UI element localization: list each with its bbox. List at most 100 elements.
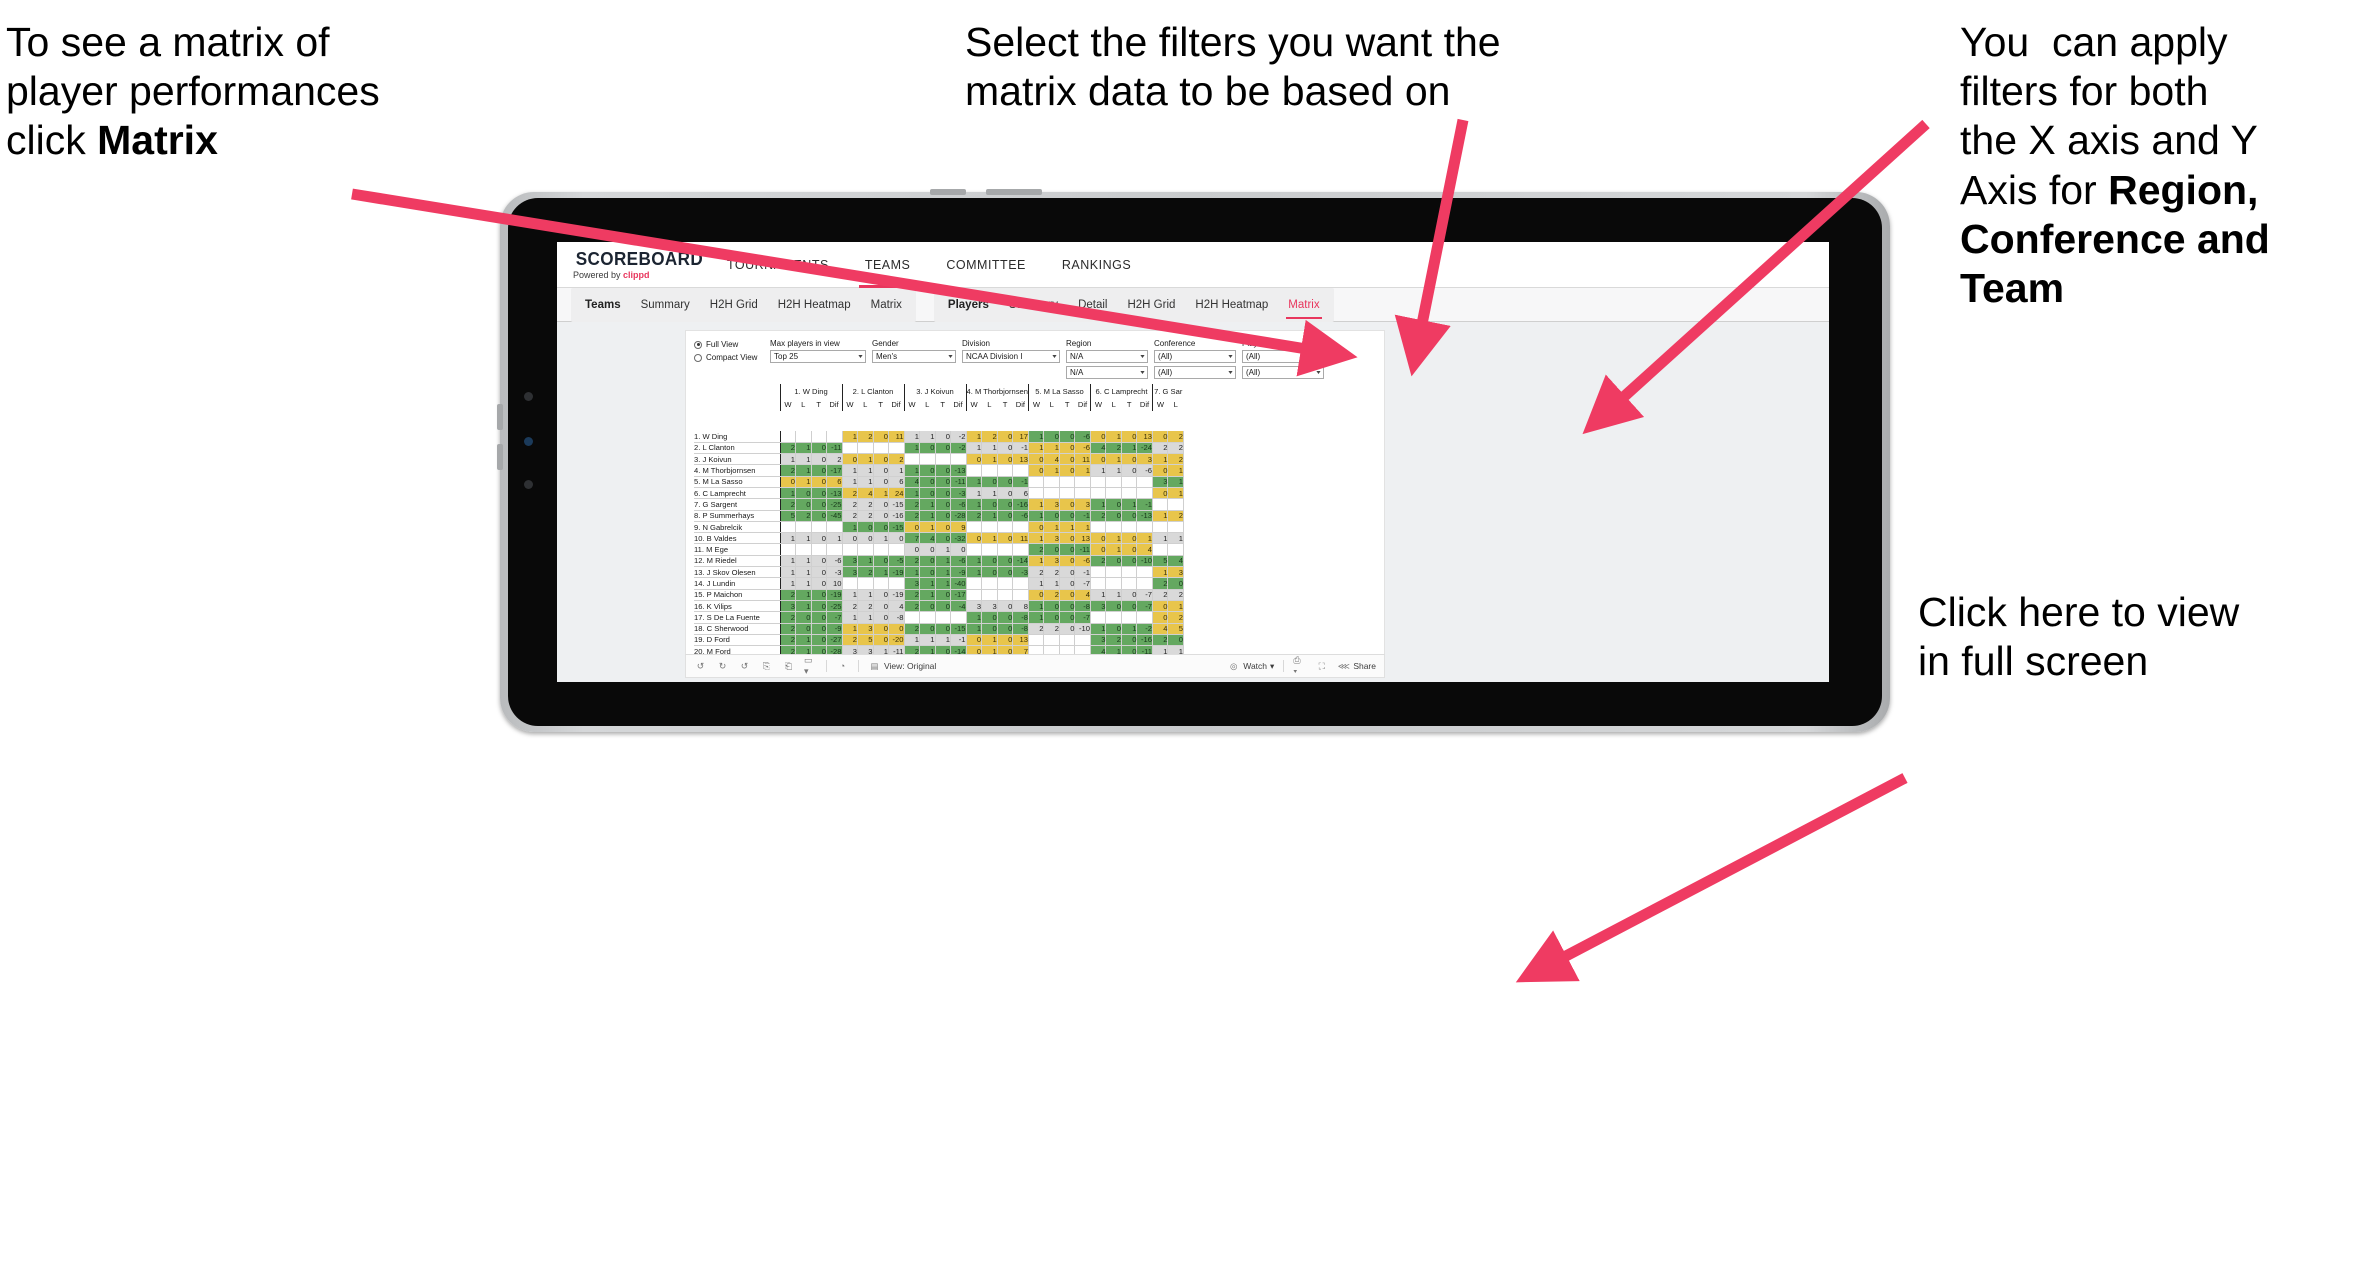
matrix-cell[interactable]: 1 xyxy=(1152,532,1169,545)
matrix-cell[interactable]: -11 xyxy=(1074,543,1091,556)
matrix-cell[interactable] xyxy=(826,543,843,556)
matrix-cell[interactable] xyxy=(857,577,874,590)
matrix-cell[interactable] xyxy=(1090,566,1107,579)
matrix-cell[interactable]: 0 xyxy=(1121,555,1138,568)
tab-players-summary[interactable]: Summary xyxy=(999,288,1068,322)
matrix-cell[interactable]: 0 xyxy=(1105,498,1122,511)
matrix-cell[interactable]: 3 xyxy=(1043,555,1060,568)
matrix-cell[interactable]: 0 xyxy=(888,623,905,635)
matrix-cell[interactable]: 0 xyxy=(873,498,889,511)
matrix-cell[interactable] xyxy=(1012,543,1029,556)
matrix-cell[interactable] xyxy=(1121,476,1138,488)
matrix-cell[interactable]: -11 xyxy=(826,442,843,455)
matrix-cell[interactable]: 1 xyxy=(795,577,812,590)
matrix-cell[interactable]: 0 xyxy=(919,566,936,579)
matrix-cell[interactable] xyxy=(826,431,843,443)
matrix-cell[interactable]: 1 xyxy=(888,464,905,477)
matrix-cell[interactable] xyxy=(965,577,983,590)
matrix-cell[interactable] xyxy=(795,521,812,534)
tab-teams-h2h-grid[interactable]: H2H Grid xyxy=(700,288,768,322)
matrix-cell[interactable]: 1 xyxy=(1121,623,1138,635)
matrix-cell[interactable]: 0 xyxy=(1090,431,1107,443)
matrix-cell[interactable]: 1 xyxy=(1105,589,1122,601)
undo-history-icon[interactable]: ◔ xyxy=(836,660,849,673)
matrix-cell[interactable]: 1 xyxy=(857,555,874,568)
matrix-cell[interactable]: 1 xyxy=(841,623,858,635)
matrix-cell[interactable]: 3 xyxy=(965,600,983,613)
matrix-cell[interactable]: 8 xyxy=(1012,600,1029,613)
matrix-cell[interactable]: 0 xyxy=(965,634,983,647)
matrix-cell[interactable]: 10 xyxy=(826,577,843,590)
matrix-cell[interactable]: -13 xyxy=(950,464,967,477)
matrix-cell[interactable]: 2 xyxy=(1043,566,1060,579)
matrix-cell[interactable]: 1 xyxy=(1043,521,1060,534)
matrix-cell[interactable]: 0 xyxy=(811,487,827,500)
matrix-cell[interactable]: 1 xyxy=(841,589,858,601)
matrix-cell[interactable] xyxy=(811,543,827,556)
matrix-cell[interactable]: 13 xyxy=(1074,532,1091,545)
matrix-cell[interactable]: -8 xyxy=(888,611,905,624)
matrix-cell[interactable] xyxy=(1059,476,1076,488)
matrix-cell[interactable] xyxy=(1121,566,1138,579)
matrix-cell[interactable]: 0 xyxy=(950,543,967,556)
matrix-cell[interactable]: 0 xyxy=(935,510,951,522)
matrix-cell[interactable]: 2 xyxy=(779,623,796,635)
matrix-cell[interactable] xyxy=(857,543,874,556)
matrix-cell[interactable]: 1 xyxy=(981,487,998,500)
matrix-cell[interactable]: 1 xyxy=(873,532,889,545)
matrix-cell[interactable]: 3 xyxy=(1074,498,1091,511)
matrix-cell[interactable] xyxy=(1012,589,1029,601)
matrix-cell[interactable]: -16 xyxy=(888,510,905,522)
matrix-cell[interactable] xyxy=(811,431,827,443)
matrix-cell[interactable]: 2 xyxy=(826,453,843,466)
matrix-table-wrapper[interactable]: 1. W Ding 2. L Clanton 3. J Koivun 4. M Tho… xyxy=(686,384,1384,658)
matrix-cell[interactable]: -25 xyxy=(826,498,843,511)
matrix-cell[interactable] xyxy=(873,577,889,590)
matrix-cell[interactable]: 2 xyxy=(857,498,874,511)
matrix-cell[interactable]: 2 xyxy=(841,487,858,500)
matrix-cell[interactable]: 1 xyxy=(1105,464,1122,477)
matrix-cell[interactable]: 0 xyxy=(857,532,874,545)
nav-tournaments[interactable]: TOURNAMENTS xyxy=(709,242,847,288)
matrix-cell[interactable]: 2 xyxy=(841,498,858,511)
matrix-cell[interactable] xyxy=(981,589,998,601)
matrix-cell[interactable]: 0 xyxy=(935,521,951,534)
matrix-cell[interactable]: 1 xyxy=(1105,543,1122,556)
matrix-row[interactable]: 18. C Sherwood 2 0 0 -9 1 3 0 0 2 0 0 -15 1 0 0 -8 2 2 0 -10… xyxy=(694,623,1184,635)
matrix-cell[interactable]: 0 xyxy=(1121,532,1138,545)
matrix-cell[interactable]: 4 xyxy=(1167,555,1184,568)
filter-conference-select-y[interactable]: (All) ▾ xyxy=(1154,366,1236,379)
nav-rankings[interactable]: RANKINGS xyxy=(1044,242,1149,288)
matrix-cell[interactable]: 0 xyxy=(1105,555,1122,568)
matrix-cell[interactable]: 1 xyxy=(1167,464,1184,477)
matrix-cell[interactable]: 1 xyxy=(1028,431,1045,443)
matrix-cell[interactable]: 0 xyxy=(1059,464,1076,477)
matrix-cell[interactable]: 2 xyxy=(903,600,920,613)
matrix-cell[interactable]: 0 xyxy=(1059,555,1076,568)
matrix-cell[interactable]: 1 xyxy=(1028,600,1045,613)
filter-gender-select[interactable]: Men's ▾ xyxy=(872,350,956,363)
matrix-cell[interactable]: 1 xyxy=(1028,555,1045,568)
matrix-cell[interactable]: 0 xyxy=(997,510,1014,522)
matrix-cell[interactable]: 1 xyxy=(857,476,874,488)
redo-icon[interactable]: ↻ xyxy=(716,660,729,673)
matrix-cell[interactable] xyxy=(1043,634,1060,647)
matrix-cell[interactable]: 2 xyxy=(1090,510,1107,522)
matrix-cell[interactable] xyxy=(888,442,905,455)
matrix-cell[interactable]: 1 xyxy=(965,442,983,455)
matrix-cell[interactable]: 2 xyxy=(779,634,796,647)
matrix-cell[interactable]: 1 xyxy=(919,431,936,443)
matrix-cell[interactable] xyxy=(1136,476,1153,488)
matrix-cell[interactable]: 1 xyxy=(1028,498,1045,511)
matrix-cell[interactable]: -17 xyxy=(950,589,967,601)
tab-teams-summary[interactable]: Summary xyxy=(631,288,700,322)
tab-players-h2h-grid[interactable]: H2H Grid xyxy=(1117,288,1185,322)
matrix-cell[interactable]: 0 xyxy=(919,442,936,455)
matrix-cell[interactable]: 0 xyxy=(997,623,1014,635)
matrix-cell[interactable]: 0 xyxy=(873,476,889,488)
matrix-cell[interactable]: 5 xyxy=(857,634,874,647)
matrix-cell[interactable]: -20 xyxy=(888,634,905,647)
matrix-cell[interactable]: 2 xyxy=(1167,510,1184,522)
matrix-cell[interactable]: -1 xyxy=(1012,476,1029,488)
matrix-cell[interactable] xyxy=(1028,634,1045,647)
